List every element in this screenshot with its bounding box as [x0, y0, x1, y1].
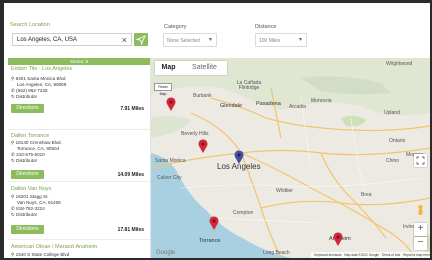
- map-pin-icon: [209, 216, 219, 230]
- map-type-control[interactable]: Map Satellite: [155, 61, 227, 75]
- zoom-in-button[interactable]: +: [414, 223, 427, 236]
- directions-button[interactable]: Directions: [11, 170, 44, 179]
- store-marker[interactable]: [166, 97, 176, 111]
- google-logo: Google: [156, 250, 176, 256]
- report-error-link[interactable]: Report a map error: [403, 253, 430, 257]
- clear-search-icon[interactable]: ×: [122, 35, 127, 45]
- zoom-out-button[interactable]: −: [414, 237, 427, 250]
- distance-label: Distance: [255, 24, 277, 30]
- map-label: Culver City: [157, 175, 182, 181]
- store-name[interactable]: Dalkin Torrance: [11, 133, 49, 139]
- map-data-text: Map data ©2022 Google: [344, 253, 379, 257]
- store-list-item[interactable]: American Olean / Marazzi Anaheim ⚲ 1540 …: [8, 240, 150, 258]
- store-list-item[interactable]: Dalkin Van Nuys ⚲ 16201 Stagg St. Van Nu…: [8, 183, 150, 240]
- map-pin-icon: [333, 232, 343, 246]
- locate-me-button[interactable]: [134, 33, 148, 46]
- map-label: Santa Monica: [155, 158, 186, 164]
- category-select[interactable]: None Selected ▾: [163, 33, 217, 47]
- store-locator: Search Location Los Angeles, CA, USA × C…: [4, 3, 430, 258]
- distance-select-value: 100 Miles: [259, 38, 281, 44]
- map-label: Monrovia: [311, 98, 332, 104]
- distance-select[interactable]: 100 Miles ▾: [255, 33, 307, 47]
- store-map[interactable]: Wrightwood La Cañada Flintridge Burbank …: [151, 58, 430, 258]
- map-label: Arcadia: [289, 104, 306, 110]
- map-label: Chino: [386, 158, 400, 164]
- store-list-item[interactable]: Ember Tile - Los Angeles ⚲ 8401 Santa Mo…: [8, 66, 150, 130]
- map-label: Long Beach: [263, 250, 290, 256]
- map-label: Glendale: [220, 103, 243, 109]
- directions-button[interactable]: Directions: [11, 104, 44, 113]
- store-address: ⚲ 1540 S State College Blvd: [11, 252, 70, 257]
- map-label: Torrance: [199, 238, 221, 244]
- store-marker[interactable]: [209, 216, 219, 230]
- map-label: Burbank: [193, 93, 212, 99]
- tab-satellite[interactable]: Satellite: [182, 61, 227, 75]
- fullscreen-icon: [416, 156, 425, 165]
- search-input[interactable]: Los Angeles, CA, USA ×: [12, 33, 132, 46]
- current-location-marker[interactable]: [234, 150, 244, 164]
- store-list-item[interactable]: Dalkin Torrance ⚲ 18140 Crenshaw Blvd. T…: [8, 130, 150, 182]
- search-location-label: Search Location: [10, 22, 50, 28]
- store-list[interactable]: Stores: 8 Ember Tile - Los Angeles ⚲ 840…: [8, 58, 151, 258]
- map-label: Pasadena: [256, 101, 281, 107]
- map-label: Upland: [384, 110, 400, 116]
- store-name[interactable]: Dalkin Van Nuys: [11, 186, 51, 192]
- store-distance: 17.81 Miles: [117, 227, 144, 233]
- map-pin-icon: [198, 139, 208, 153]
- directions-button[interactable]: Directions: [11, 225, 44, 234]
- tab-map[interactable]: Map: [155, 61, 182, 75]
- map-label: Whittier: [276, 188, 293, 194]
- reset-map-button[interactable]: Reset Map: [154, 83, 172, 96]
- store-city: Torrance, CA, 90504: [17, 146, 60, 151]
- chevron-down-icon: ▾: [208, 37, 212, 43]
- map-label: La Cañada Flintridge: [236, 80, 262, 91]
- app-frame: Search Location Los Angeles, CA, USA × C…: [0, 0, 432, 260]
- store-distance: 7.91 Miles: [120, 106, 144, 112]
- store-marker[interactable]: [198, 139, 208, 153]
- map-label: Brea: [361, 192, 372, 198]
- search-input-value[interactable]: Los Angeles, CA, USA: [17, 37, 77, 43]
- pegman-icon: [418, 205, 423, 215]
- map-pin-icon: [166, 97, 176, 111]
- map-label: Compton: [233, 210, 254, 216]
- store-type: ↻ Distributor: [11, 212, 38, 217]
- store-name[interactable]: American Olean / Marazzi Anaheim: [11, 244, 97, 250]
- keyboard-shortcuts-link[interactable]: Keyboard shortcuts: [314, 253, 341, 257]
- store-type: ↻ Distributor: [11, 94, 38, 99]
- map-pin-icon: [234, 150, 244, 164]
- store-type: ↻ Distributor: [11, 158, 38, 163]
- chevron-down-icon: ▾: [298, 37, 302, 43]
- store-city: Van Nuys, CA, 91406: [17, 200, 61, 205]
- map-attribution: Keyboard shortcuts Map data ©2022 Google…: [311, 252, 430, 258]
- store-marker[interactable]: [333, 232, 343, 246]
- map-label: Wrightwood: [386, 61, 413, 67]
- location-arrow-icon: [135, 35, 146, 46]
- street-view-pegman[interactable]: [414, 204, 427, 217]
- store-city: Los Angeles, CA, 90069: [17, 82, 67, 87]
- map-label: Ontario: [389, 138, 406, 144]
- store-name[interactable]: Ember Tile - Los Angeles: [11, 66, 72, 72]
- category-label: Category: [164, 24, 187, 30]
- store-count-header: Stores: 8: [8, 58, 150, 65]
- map-label: Beverly Hills: [181, 131, 209, 137]
- store-distance: 14.09 Miles: [117, 172, 144, 178]
- category-select-value: None Selected: [167, 38, 200, 44]
- terms-link[interactable]: Terms of Use: [382, 253, 401, 257]
- fullscreen-button[interactable]: [414, 154, 427, 167]
